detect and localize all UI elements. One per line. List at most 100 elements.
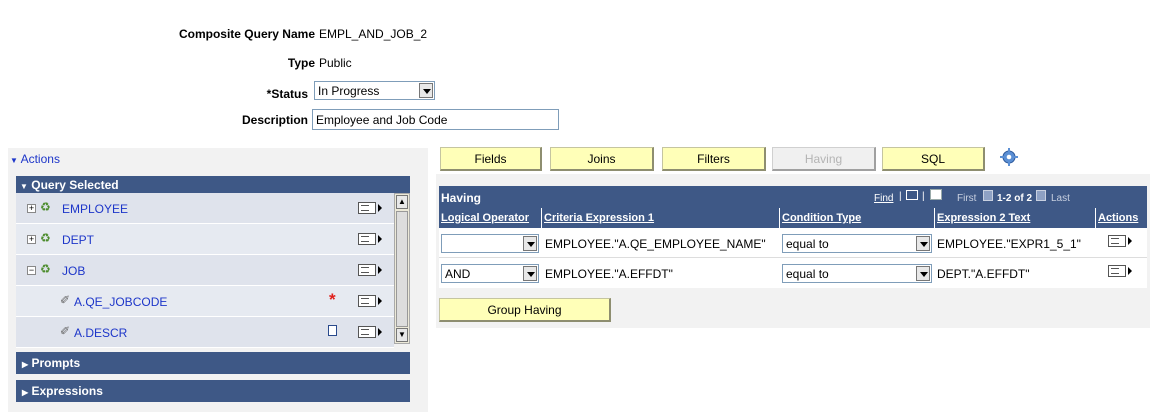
column-header-logical-operator[interactable]: Logical Operator: [439, 208, 542, 228]
last-label: Last: [1051, 193, 1070, 204]
tree-item-label[interactable]: A.QE_JOBCODE: [74, 295, 167, 309]
previous-icon[interactable]: [983, 190, 993, 201]
triangle-right-icon: [378, 297, 382, 305]
chevron-down-icon: ▼: [20, 182, 28, 191]
column-header-actions: Actions: [1096, 208, 1147, 228]
pencil-icon: ✐: [60, 293, 71, 307]
view-all-icon[interactable]: [906, 190, 918, 200]
separator: |: [922, 191, 925, 202]
row-action-menu-icon[interactable]: [1108, 235, 1126, 247]
pencil-icon: ✐: [60, 324, 71, 338]
scroll-thumb[interactable]: [396, 211, 408, 327]
logical-operator-select[interactable]: AND: [441, 264, 539, 283]
tree-item-label[interactable]: JOB: [62, 264, 85, 278]
collapse-icon[interactable]: −: [27, 266, 36, 275]
composite-query-name-label: Composite Query Name: [178, 27, 315, 41]
condition-type-select[interactable]: equal to: [782, 264, 932, 283]
table-row: EMPLOYEE."A.QE_EMPLOYEE_NAME" equal to E…: [439, 228, 1147, 258]
column-header-criteria-expression[interactable]: Criteria Expression 1: [542, 208, 780, 228]
tab-filters[interactable]: Filters: [662, 147, 766, 171]
separator: |: [899, 191, 902, 202]
record-icon: ♻: [40, 231, 51, 245]
record-icon: ♻: [40, 200, 51, 214]
chevron-down-icon[interactable]: [523, 266, 537, 281]
tree-item-job[interactable]: − ♻ JOB: [16, 255, 394, 286]
triangle-right-icon: [1128, 237, 1132, 245]
actions-toggle[interactable]: ▼ Actions: [10, 152, 60, 166]
having-grid-header: Having Find | | First 1-2 of 2 Last: [439, 186, 1147, 208]
type-label: Type: [287, 56, 315, 70]
description-input[interactable]: Employee and Job Code: [312, 109, 559, 130]
expression-2-cell: EMPLOYEE."EXPR1_5_1": [937, 237, 1081, 251]
triangle-right-icon: [378, 204, 382, 212]
expand-icon[interactable]: +: [27, 235, 36, 244]
scroll-down-icon[interactable]: ▼: [396, 328, 408, 342]
column-header-expression-2-text[interactable]: Expression 2 Text: [935, 208, 1096, 228]
menu-icon[interactable]: [358, 233, 376, 245]
criteria-expression-cell: EMPLOYEE."A.EFFDT": [545, 267, 673, 281]
row-action-menu-icon[interactable]: [1108, 265, 1126, 277]
chevron-right-icon: ▶: [22, 388, 29, 397]
query-selected-label: Query Selected: [31, 178, 119, 192]
menu-icon[interactable]: [358, 326, 376, 338]
tab-fields[interactable]: Fields: [440, 147, 542, 171]
expressions-label: Expressions: [31, 384, 103, 398]
chevron-down-icon[interactable]: [916, 236, 930, 251]
triangle-right-icon: [378, 235, 382, 243]
condition-type-value: equal to: [786, 236, 829, 251]
status-select-value: In Progress: [318, 83, 380, 98]
tab-joins[interactable]: Joins: [550, 147, 654, 171]
tree-item-employee[interactable]: + ♻ EMPLOYEE: [16, 193, 394, 224]
tree-item-descr[interactable]: ✐ A.DESCR: [16, 317, 394, 348]
tab-having[interactable]: Having: [772, 147, 876, 171]
record-icon: ♻: [40, 262, 51, 276]
spreadsheet-icon[interactable]: [930, 189, 942, 200]
composite-query-name-value: EMPL_AND_JOB_2: [319, 27, 428, 41]
add-field-icon[interactable]: [328, 325, 337, 336]
tree-item-label[interactable]: EMPLOYEE: [62, 202, 128, 216]
logical-operator-select[interactable]: [441, 234, 539, 253]
grid-title: Having: [441, 191, 482, 205]
expand-icon[interactable]: +: [27, 204, 36, 213]
expression-2-cell: DEPT."A.EFFDT": [937, 267, 1030, 281]
type-value: Public: [319, 56, 352, 70]
prompts-header[interactable]: ▶ Prompts: [16, 352, 410, 374]
tree-item-label[interactable]: A.DESCR: [74, 326, 127, 340]
next-icon[interactable]: [1036, 190, 1046, 201]
criteria-expression-cell: EMPLOYEE."A.QE_EMPLOYEE_NAME": [545, 237, 766, 251]
scroll-up-icon[interactable]: ▲: [396, 195, 408, 209]
first-label: First: [957, 193, 977, 204]
prompts-label: Prompts: [31, 356, 81, 370]
tab-sql[interactable]: SQL: [882, 147, 985, 171]
description-label: Description: [241, 113, 308, 127]
tree-scrollbar[interactable]: ▲ ▼: [394, 193, 410, 344]
expressions-header[interactable]: ▶ Expressions: [16, 380, 410, 402]
group-having-button[interactable]: Group Having: [439, 298, 611, 322]
chevron-down-icon[interactable]: [419, 83, 433, 98]
menu-icon[interactable]: [358, 264, 376, 276]
logical-operator-value: AND: [445, 266, 471, 281]
triangle-right-icon: [378, 328, 382, 336]
triangle-right-icon: [1128, 267, 1132, 275]
required-marker: *: [329, 290, 336, 309]
tree-item-label[interactable]: DEPT: [62, 233, 94, 247]
column-header-condition-type[interactable]: Condition Type: [780, 208, 935, 228]
grid-column-headers: Logical Operator Criteria Expression 1 C…: [439, 208, 1147, 228]
condition-type-select[interactable]: equal to: [782, 234, 932, 253]
status-select[interactable]: In Progress: [314, 81, 435, 100]
query-selected-header[interactable]: ▼ Query Selected: [16, 176, 410, 193]
tree-item-dept[interactable]: + ♻ DEPT: [16, 224, 394, 255]
chevron-down-icon[interactable]: [916, 266, 930, 281]
menu-icon[interactable]: [358, 202, 376, 214]
query-tree: + ♻ EMPLOYEE + ♻ DEPT − ♻ JOB ✐ A.QE_JOB…: [16, 193, 394, 348]
status-label: *Status: [266, 87, 308, 101]
tree-item-qe-jobcode[interactable]: ✐ A.QE_JOBCODE *: [16, 286, 394, 317]
table-row: AND EMPLOYEE."A.EFFDT" equal to DEPT."A.…: [439, 258, 1147, 288]
condition-type-value: equal to: [786, 266, 829, 281]
triangle-right-icon: [378, 266, 382, 274]
chevron-right-icon: ▶: [22, 360, 29, 369]
menu-icon[interactable]: [358, 295, 376, 307]
chevron-down-icon[interactable]: [523, 236, 537, 251]
gear-icon[interactable]: [1000, 148, 1018, 166]
find-link[interactable]: Find: [874, 193, 893, 204]
